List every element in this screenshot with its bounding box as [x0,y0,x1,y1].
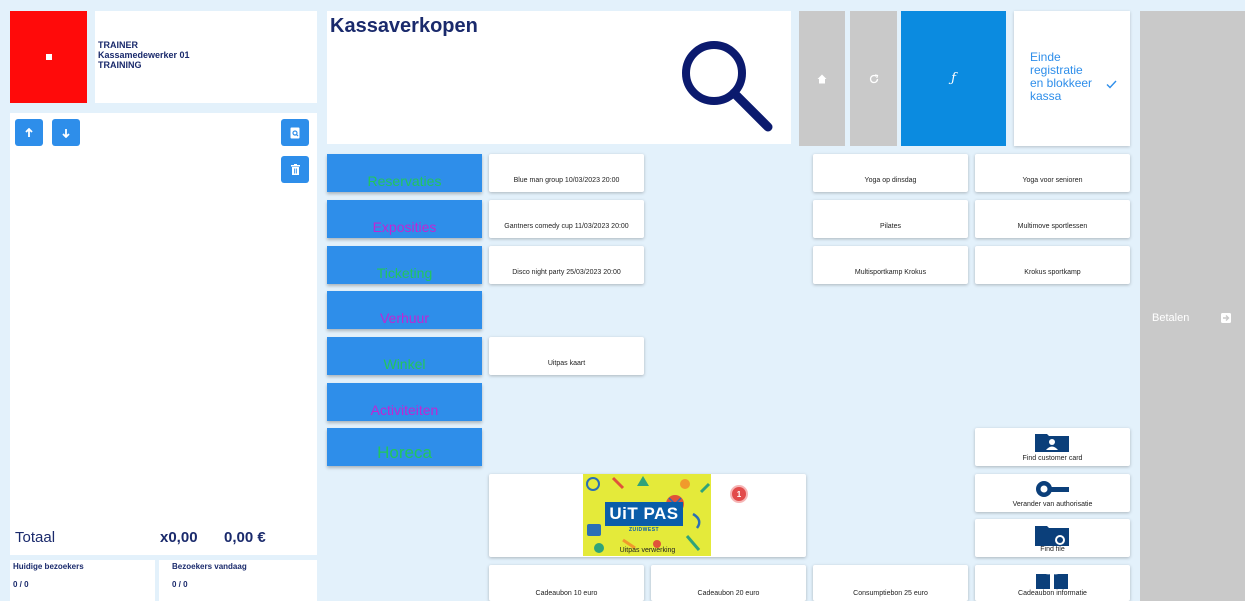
folder-user-icon [1035,434,1069,452]
product-label: Yoga voor senioren [1022,177,1083,184]
uitpas-logo-image: UiT PAS ZUIDWEST [583,474,711,556]
trainer-status-square[interactable] [10,11,87,103]
total-label: Totaal [15,529,56,546]
product-tile[interactable]: Krokus sportkamp [975,246,1130,284]
user-name: Kassamedewerker 01 [98,50,190,60]
gift-icon [1036,571,1068,589]
product-tile[interactable]: Pilates [813,200,968,238]
product-tile[interactable]: Multisportkamp Krokus [813,246,968,284]
category-label: Ticketing [376,265,433,281]
check-icon [1106,80,1117,89]
product-label: Yoga op dinsdag [864,177,917,184]
product-tile[interactable]: Gantners comedy cup 11/03/2023 20:00 [489,200,644,238]
tool-label: Cadeaubon informatie [1018,590,1087,597]
category-reservaties[interactable]: Reservaties [327,154,482,192]
notification-badge: 1 [730,485,748,503]
product-label: Multimove sportlessen [1017,223,1088,230]
current-visitors-card: Huidige bezoekers 0 / 0 [10,560,155,601]
user-info-card: TRAINER Kassamedewerker 01 TRAINING [95,11,317,103]
find-customer-card-button[interactable]: Find customer card [975,428,1130,466]
search-order-button[interactable] [281,119,309,146]
uitpas-processing-tile[interactable]: UiT PAS ZUIDWEST 1 Uitpas verwerking [489,474,806,557]
gift-voucher-info-button[interactable]: Cadeaubon informatie [975,565,1130,601]
category-label: Verhuur [379,310,430,326]
total-quantity: x0,00 [160,529,198,546]
total-amount: 0,00 € [224,529,266,546]
folder-search-icon [1035,526,1069,546]
visitors-today-card: Bezoekers vandaag 0 / 0 [159,560,317,601]
category-label: Activiteiten [370,402,439,418]
uitpas-logo-text: UiT PAS [609,504,679,523]
category-exposities[interactable]: Exposities [327,200,482,238]
tool-label: Verander van authorisatie [1012,501,1093,508]
change-authorization-button[interactable]: Verander van authorisatie [975,474,1130,512]
arrow-right-box-icon [1221,313,1231,323]
product-label: Blue man group 10/03/2023 20:00 [513,177,620,184]
category-verhuur[interactable]: Verhuur [327,291,482,329]
category-horeca[interactable]: Horeca [327,428,482,466]
find-file-button[interactable]: Find file [975,519,1130,557]
product-tile[interactable]: Yoga voor senioren [975,154,1130,192]
category-ticketing[interactable]: Ticketing [327,246,482,284]
product-tile[interactable]: Disco night party 25/03/2023 20:00 [489,246,644,284]
category-label: Exposities [372,219,437,235]
order-list-panel [10,113,317,555]
current-visitors-value: 0 / 0 [13,580,29,589]
user-mode: TRAINING [98,60,142,70]
move-down-button[interactable] [52,119,80,146]
uitpas-logo-box: UiT PAS [605,502,683,526]
tool-label: Find customer card [1022,455,1083,462]
end-registration-button[interactable]: Einde registratie en blokkeer kassa [1014,11,1130,146]
pay-label: Betalen [1152,312,1190,324]
product-label: Consumptiebon 25 euro [853,590,928,597]
search-header[interactable]: Kassaverkopen [327,11,791,144]
arrow-up-icon [25,127,33,137]
uitpas-logo-sub: ZUIDWEST [629,527,660,533]
product-tile[interactable]: Consumptiebon 25 euro [813,565,968,601]
category-label: Reservaties [367,173,442,189]
product-label: Cadeaubon 10 euro [535,590,598,597]
move-up-button[interactable] [15,119,43,146]
product-label: Krokus sportkamp [1024,269,1081,276]
category-label: Winkel [383,356,426,372]
pay-button[interactable]: Betalen [1140,11,1245,601]
tool-label: Find file [1040,546,1065,553]
category-label: Horeca [377,443,432,462]
product-label: Gantners comedy cup 11/03/2023 20:00 [504,223,629,230]
product-label: Multisportkamp Krokus [854,269,927,276]
product-label: Uitpas kaart [547,360,586,367]
home-button[interactable] [799,11,845,146]
key-icon [1036,481,1069,497]
product-tile[interactable]: Multimove sportlessen [975,200,1130,238]
badge-count: 1 [736,489,742,499]
home-icon [817,74,827,83]
product-tile[interactable]: Blue man group 10/03/2023 20:00 [489,154,644,192]
product-tile[interactable]: Yoga op dinsdag [813,154,968,192]
visitors-today-value: 0 / 0 [172,580,188,589]
product-tile[interactable]: Uitpas kaart [489,337,644,375]
file-search-icon [290,127,300,138]
user-role: TRAINER [98,40,138,50]
function-button[interactable]: ƒ [901,11,1006,146]
refresh-button[interactable] [850,11,897,146]
search-icon [682,41,773,132]
category-winkel[interactable]: Winkel [327,337,482,375]
page-title: Kassaverkopen [330,15,478,37]
uitpas-processing-label: Uitpas verwerking [619,547,676,554]
product-label: Cadeaubon 20 euro [697,590,760,597]
trash-icon [290,164,300,175]
refresh-icon [869,73,878,83]
product-tile[interactable]: Cadeaubon 20 euro [651,565,806,601]
visitors-today-label: Bezoekers vandaag [172,562,247,571]
end-registration-label: Einde registratie en blokkeer kassa [1030,50,1093,103]
product-label: Disco night party 25/03/2023 20:00 [512,269,621,276]
product-tile[interactable]: Cadeaubon 10 euro [489,565,644,601]
product-label: Pilates [879,223,901,230]
category-activiteiten[interactable]: Activiteiten [327,383,482,421]
current-visitors-label: Huidige bezoekers [13,562,84,571]
stop-icon [45,54,52,60]
function-icon: ƒ [951,71,956,86]
delete-order-button[interactable] [281,156,309,183]
arrow-down-icon [62,128,70,138]
